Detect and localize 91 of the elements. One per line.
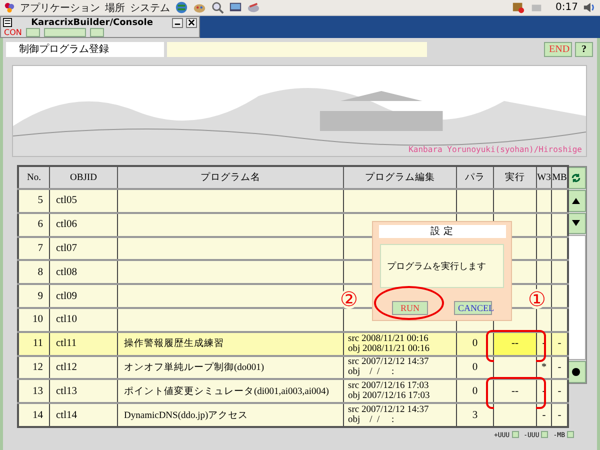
table-cell: -: [552, 356, 568, 380]
up-arrow-icon: [571, 196, 581, 206]
column-header: No.: [18, 166, 50, 189]
table-cell: [536, 308, 552, 332]
table-cell: -: [552, 379, 568, 404]
table-cell: ctl08: [50, 260, 118, 284]
table-cell: ポイント値変更シミュレータ(di001,ai003,ai004): [118, 379, 344, 404]
column-header: プログラム編集: [344, 166, 456, 189]
table-cell: ctl10: [50, 308, 118, 332]
table-cell: ctl09: [50, 284, 118, 308]
panel-menu[interactable]: アプリケーション: [20, 0, 100, 14]
footer-toggle-button[interactable]: [541, 431, 548, 438]
dialog-message: プログラムを実行します: [380, 244, 504, 288]
table-cell: -: [536, 403, 552, 427]
table-cell: 操作警報履歴生成練習: [118, 332, 344, 356]
panel-menu[interactable]: 場所: [105, 0, 125, 14]
table-cell: [494, 189, 536, 213]
table-cell: src 2007/12/12 14:37 obj / / :: [344, 403, 456, 427]
table-cell: 6: [18, 212, 50, 237]
table-cell: 13: [18, 379, 50, 404]
footer-toggle-button[interactable]: [567, 431, 574, 438]
table-cell: src 2007/12/16 17:03 obj 2007/12/16 17:03: [344, 379, 456, 404]
table-cell: 14: [18, 403, 50, 427]
table-cell: src 2008/11/21 00:16 obj 2008/11/21 00:16: [344, 332, 456, 356]
table-cell: [552, 260, 568, 284]
table-cell: 12: [18, 356, 50, 380]
table-cell: 5: [18, 189, 50, 213]
table-cell: [536, 189, 552, 213]
table-cell: src 2007/12/12 14:37 obj / / :: [344, 356, 456, 380]
banner-caption: Kanbara Yorunoyuki(syohan)/Hiroshige: [408, 145, 582, 154]
table-cell: オンオフ単純ループ制御(do001): [118, 356, 344, 380]
table-cell: 3: [456, 403, 494, 427]
column-header: 実行: [494, 166, 536, 189]
table-cell: 0: [456, 379, 494, 404]
column-header: W3: [536, 166, 552, 189]
dot-icon: [571, 367, 581, 378]
table-cell: [552, 284, 568, 308]
footer-toggle-button[interactable]: [512, 431, 519, 438]
close-button[interactable]: [186, 18, 197, 28]
column-header: MB: [552, 166, 568, 189]
table-cell: 8: [18, 260, 50, 284]
table-cell: ctl07: [50, 236, 118, 260]
table-cell: [552, 308, 568, 332]
table-cell: [552, 212, 568, 237]
down-arrow-icon: [571, 218, 581, 228]
table-cell: ctl06: [50, 212, 118, 237]
table-cell: [494, 356, 536, 380]
table-cell: ctl14: [50, 403, 118, 427]
table-cell: ctl05: [50, 189, 118, 213]
table-cell: [456, 189, 494, 213]
column-header: パラ: [456, 166, 494, 189]
close-icon: [188, 19, 195, 26]
table-cell: 9: [18, 284, 50, 308]
refresh-icon: [571, 172, 581, 183]
table-cell: ctl13: [50, 379, 118, 404]
table-cell: 11: [18, 332, 50, 356]
cancel-button[interactable]: CANCEL: [454, 301, 492, 315]
window-icon: [3, 18, 12, 28]
toolbar-field[interactable]: [44, 28, 86, 37]
column-header: OBJID: [50, 166, 118, 189]
foot-logo-icon[interactable]: [4, 2, 15, 13]
console-label: CON: [4, 28, 22, 37]
page-title: 制御プログラム登録: [6, 42, 164, 57]
panel-menu[interactable]: システム: [130, 0, 170, 14]
table-cell: [536, 236, 552, 260]
magnifier-icon[interactable]: [211, 1, 224, 14]
table-cell: [536, 212, 552, 237]
table-cell: 7: [18, 236, 50, 260]
dialog-title: 設 定: [378, 225, 506, 238]
disk-icon[interactable]: [247, 1, 260, 14]
column-header: プログラム名: [118, 166, 344, 189]
table-cell: 0: [456, 332, 494, 356]
table-cell: ctl12: [50, 356, 118, 380]
table-cell: 10: [18, 308, 50, 332]
table-cell: [552, 236, 568, 260]
table-cell: ctl11: [50, 332, 118, 356]
table-cell: [494, 403, 536, 427]
help-button[interactable]: ?: [575, 42, 593, 57]
table-cell: [536, 260, 552, 284]
globe-icon[interactable]: [175, 1, 188, 14]
minimize-button[interactable]: [172, 18, 183, 28]
window-title: KaracrixBuilder/Console: [30, 18, 154, 28]
speaker-icon[interactable]: [583, 1, 596, 14]
table-cell: 0: [456, 356, 494, 380]
table-cell: [552, 189, 568, 213]
table-cell: -: [552, 403, 568, 427]
clock: 0:17: [556, 2, 578, 13]
table-cell: -: [552, 332, 568, 356]
monitor-icon[interactable]: [229, 1, 242, 14]
box-alert-icon[interactable]: [512, 1, 525, 14]
table-cell: DynamicDNS(ddo.jp)アクセス: [118, 403, 344, 427]
